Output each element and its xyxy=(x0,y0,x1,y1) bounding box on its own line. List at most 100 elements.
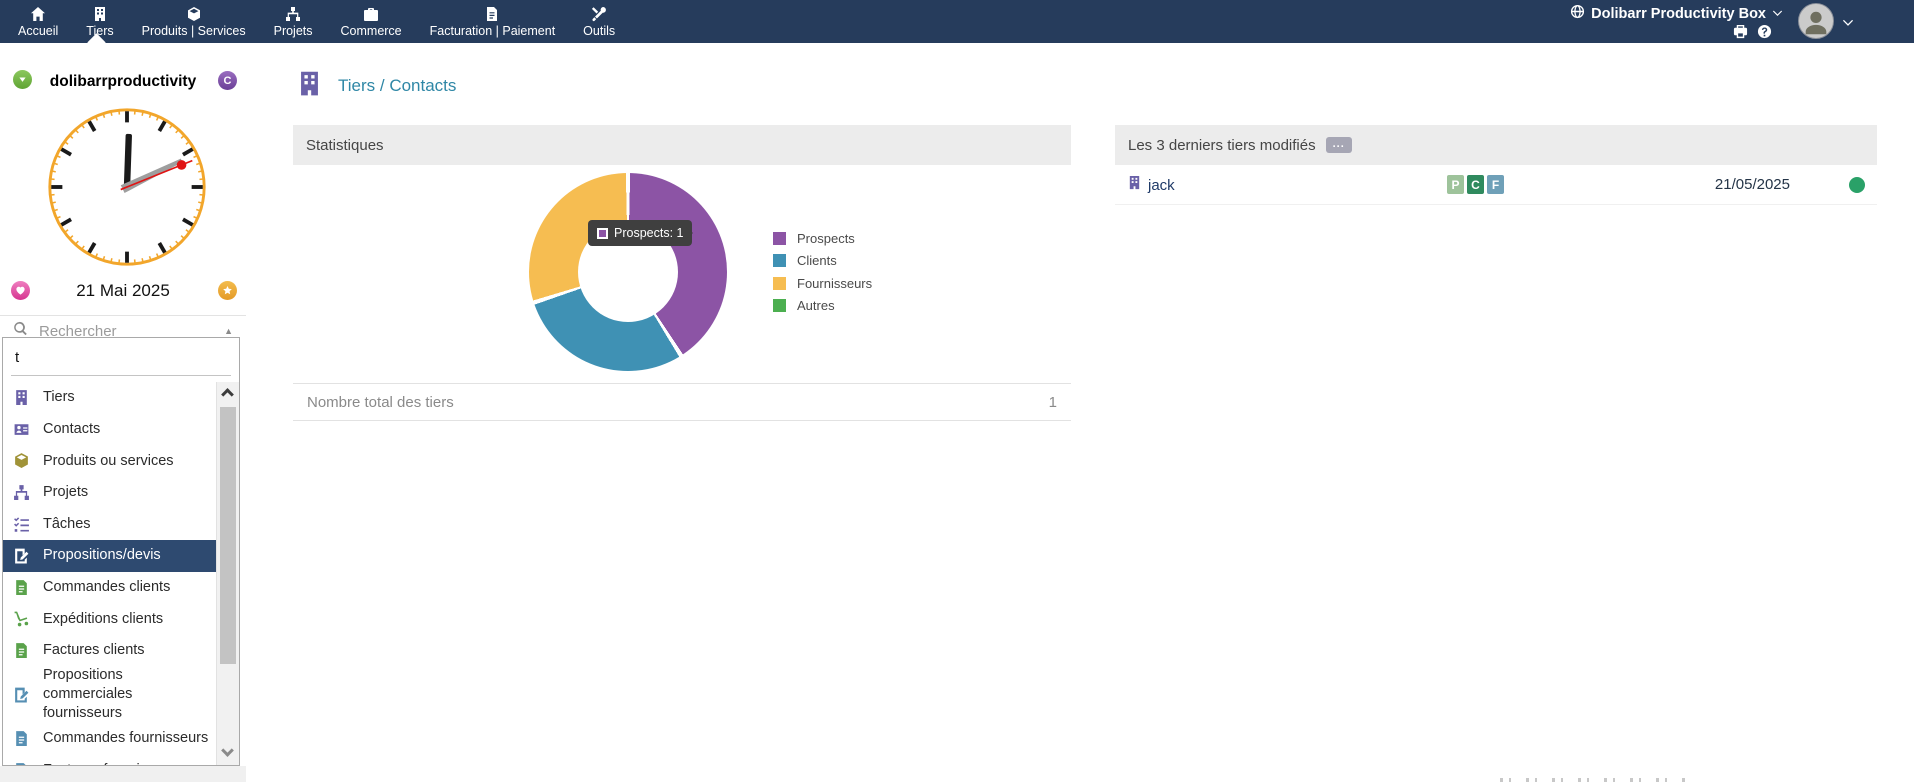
sidebar-item-label: Propositions commerciales fournisseurs xyxy=(43,666,210,723)
tools-icon xyxy=(591,6,607,22)
total-label: Nombre total des tiers xyxy=(307,394,454,411)
nav-item-label: Commerce xyxy=(341,24,402,38)
nav-item-label: Outils xyxy=(583,24,615,38)
sidebar-item-label: Factures fournisseur xyxy=(43,761,175,765)
sidebar-item-label: Commandes fournisseurs xyxy=(43,729,208,748)
help-button[interactable] xyxy=(1757,24,1772,39)
company-c-badge[interactable]: C xyxy=(218,71,237,90)
sidebar-item-commandes-fournisseurs[interactable]: Commandes fournisseurs xyxy=(3,723,216,755)
chart-tooltip: Prospects: 1 xyxy=(588,220,692,246)
sidebar-item-label: Commandes clients xyxy=(43,578,170,597)
sidebar-item-produits-ou-services[interactable]: Produits ou services xyxy=(3,445,216,477)
clipped-footer-text xyxy=(1500,778,1690,782)
type-badges: PCF xyxy=(1447,175,1504,194)
page-title: Tiers / Contacts xyxy=(338,76,456,96)
legend-item: Prospects xyxy=(773,227,872,250)
pendoc-icon xyxy=(13,686,30,703)
sidebar-item-factures-clients[interactable]: Factures clients xyxy=(3,635,216,667)
nav-item-commerce[interactable]: Commerce xyxy=(327,0,416,43)
briefcase-icon xyxy=(363,6,379,22)
nav-item-produits-services[interactable]: Produits | Services xyxy=(128,0,260,43)
total-row: Nombre total des tiers 1 xyxy=(293,383,1071,421)
tooltip-label: Prospects: 1 xyxy=(614,226,683,240)
nav-item-accueil[interactable]: Accueil xyxy=(4,0,72,43)
more-button[interactable]: ... xyxy=(1326,137,1352,153)
star-icon[interactable] xyxy=(218,281,237,300)
status-dot xyxy=(1849,177,1865,193)
sidebar-item-tiers[interactable]: Tiers xyxy=(3,382,216,414)
search-results-dropdown: Tiers Contacts Produits ou services Projets… xyxy=(2,337,240,766)
home-icon xyxy=(30,6,46,22)
top-navbar: AccueilTiersProduits | ServicesProjetsCo… xyxy=(0,0,1914,43)
sidebar-bottom-strip xyxy=(0,766,246,782)
sidebar-item-label: Propositions/devis xyxy=(43,546,161,565)
building-icon xyxy=(92,6,108,22)
dropdown-scrollbar[interactable] xyxy=(216,382,239,765)
sidebar-item-exp-ditions-clients[interactable]: Expéditions clients xyxy=(3,603,216,635)
statistics-panel: Statistiques Prospects: 1 Prospects Clien… xyxy=(293,125,1071,421)
building-icon xyxy=(1127,175,1142,195)
legend-label: Autres xyxy=(797,298,835,313)
sidebar-item-label: Produits ou services xyxy=(43,452,174,471)
table-row: jack PCF 21/05/2025 xyxy=(1115,165,1877,205)
globe-icon xyxy=(1570,4,1585,23)
legend-item: Fournisseurs xyxy=(773,272,872,295)
legend-swatch xyxy=(773,299,786,312)
search-input[interactable] xyxy=(11,347,231,376)
sidebar-item-contacts[interactable]: Contacts xyxy=(3,414,216,446)
cube-icon xyxy=(13,452,30,469)
user-avatar-button[interactable] xyxy=(1798,3,1834,39)
sidebar-item-label: Projets xyxy=(43,483,88,502)
nav-item-label: Accueil xyxy=(18,24,58,38)
sidebar: dolibarrproductivity C 21 Mai 2025 Reche… xyxy=(0,43,246,782)
invoice-icon xyxy=(13,642,30,659)
legend-item: Autres xyxy=(773,295,872,318)
sidebar-item-commandes-clients[interactable]: Commandes clients xyxy=(3,572,216,604)
donut-chart: Prospects: 1 Prospects Clients Fournisseur… xyxy=(293,165,1071,383)
legend-label: Clients xyxy=(797,253,837,268)
nav-item-facturation-paiement[interactable]: Facturation | Paiement xyxy=(416,0,570,43)
pendoc-icon xyxy=(13,547,30,564)
thirdparty-link[interactable]: jack xyxy=(1148,177,1175,194)
nav-item-label: Produits | Services xyxy=(142,24,246,38)
user-menu-chevron-icon[interactable] xyxy=(1842,15,1854,33)
dolly-icon xyxy=(13,610,30,627)
nav-item-projets[interactable]: Projets xyxy=(260,0,327,43)
building-icon xyxy=(13,389,30,406)
scroll-up-icon[interactable] xyxy=(221,388,234,401)
search-collapse-icon[interactable]: ▲ xyxy=(224,326,233,336)
legend-swatch xyxy=(773,232,786,245)
scroll-down-icon[interactable] xyxy=(221,744,234,757)
idcard-icon xyxy=(13,421,30,438)
statistics-header: Statistiques xyxy=(293,125,1071,165)
sidebar-item-label: Expéditions clients xyxy=(43,610,163,629)
sidebar-item-t-ches[interactable]: Tâches xyxy=(3,508,216,540)
scrollbar-thumb[interactable] xyxy=(220,407,236,664)
sidebar-item-label: Factures clients xyxy=(43,641,145,660)
legend-item: Clients xyxy=(773,250,872,273)
main-content: Tiers / Contacts Statistiques Prospects:… xyxy=(246,43,1914,782)
company-collapse-button[interactable] xyxy=(13,70,32,89)
sidebar-item-propositions-commerciales-fournisseurs[interactable]: Propositions commerciales fournisseurs xyxy=(3,666,216,723)
legend-label: Fournisseurs xyxy=(797,276,872,291)
print-button[interactable] xyxy=(1733,24,1748,39)
sidebar-item-label: Contacts xyxy=(43,420,100,439)
nav-item-outils[interactable]: Outils xyxy=(569,0,629,43)
sitemap-icon xyxy=(13,484,30,501)
invoice-icon xyxy=(13,579,30,596)
app-switcher-button[interactable]: Dolibarr Productivity Box xyxy=(1570,4,1783,23)
type-badge-c: C xyxy=(1467,175,1484,194)
invoice-icon xyxy=(13,762,30,765)
sidebar-item-factures-fournisseur[interactable]: Factures fournisseur xyxy=(3,754,216,765)
analog-clock-widget xyxy=(45,105,209,269)
invoice-icon xyxy=(13,730,30,747)
legend-swatch xyxy=(773,277,786,290)
sidebar-date: 21 Mai 2025 xyxy=(0,279,246,301)
legend-swatch xyxy=(773,254,786,267)
sidebar-item-projets[interactable]: Projets xyxy=(3,477,216,509)
sitemap-icon xyxy=(285,6,301,22)
heart-icon[interactable] xyxy=(11,281,30,300)
total-value: 1 xyxy=(1049,394,1057,411)
sidebar-item-propositions-devis[interactable]: Propositions/devis xyxy=(3,540,216,572)
nav-item-label: Facturation | Paiement xyxy=(430,24,556,38)
